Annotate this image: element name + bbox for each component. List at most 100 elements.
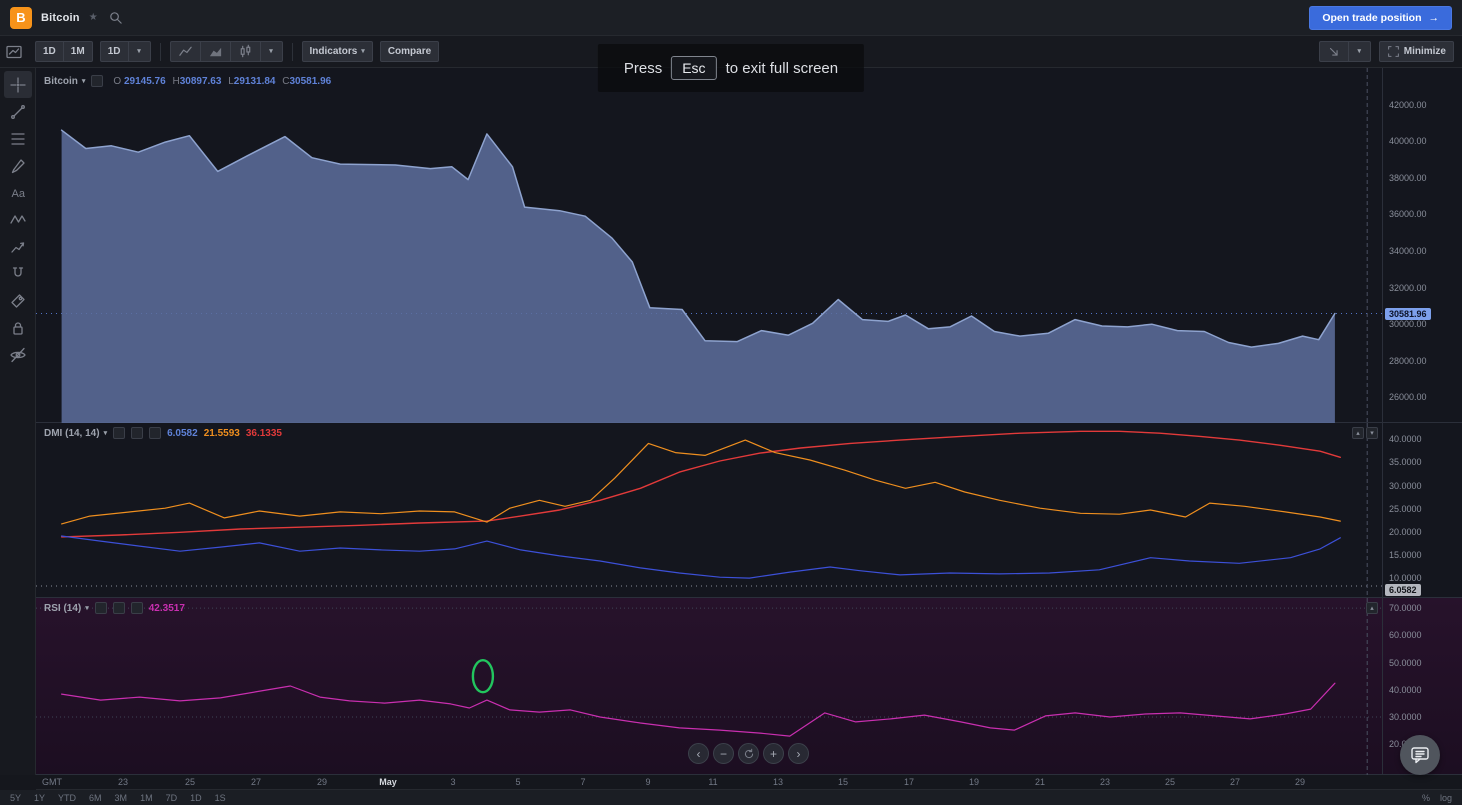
- time-axis[interactable]: GMT 23252729May357911131517192123252729: [36, 775, 1462, 790]
- brush-tool-icon[interactable]: [4, 152, 32, 179]
- compare-button[interactable]: Compare: [380, 41, 439, 62]
- chevron-down-icon: ▾: [104, 430, 108, 437]
- dmi-pane: 40.000035.000030.000025.000020.000015.00…: [36, 423, 1462, 598]
- candlestick-chart-type-button[interactable]: [230, 41, 260, 62]
- range-buttons: 5Y 1Y YTD 6M 3M 1M 7D 1D 1S: [10, 793, 226, 803]
- zoom-out-button[interactable]: −: [713, 743, 734, 764]
- svg-text:Aa: Aa: [11, 188, 25, 200]
- zoom-in-button[interactable]: +: [763, 743, 784, 764]
- dmi-value-orange: 21.5593: [204, 428, 240, 439]
- open-trade-position-button[interactable]: Open trade position →: [1309, 6, 1452, 30]
- indicator-settings-icon[interactable]: [113, 602, 125, 614]
- y-axis-label: 35.0000: [1389, 457, 1422, 467]
- y-axis-label: 70.0000: [1389, 603, 1422, 613]
- y-axis-label: 15.0000: [1389, 550, 1422, 560]
- dmi-axis[interactable]: 40.000035.000030.000025.000020.000015.00…: [1382, 423, 1462, 597]
- interval-1m-button[interactable]: 1M: [63, 41, 93, 62]
- pane-move-up-icon[interactable]: ▴: [1352, 427, 1364, 439]
- chart-nav-controls: ‹ − + ›: [688, 743, 809, 764]
- axis-price-badge: 6.0582: [1385, 584, 1421, 596]
- indicator-delete-icon[interactable]: [149, 427, 161, 439]
- search-icon[interactable]: [107, 9, 125, 27]
- crosshair-tool-icon[interactable]: [4, 71, 32, 98]
- chevron-down-icon: ▾: [361, 48, 365, 55]
- time-axis-label: 29: [317, 777, 327, 787]
- indicators-button[interactable]: Indicators ▾: [302, 41, 373, 62]
- scale-button-log[interactable]: log: [1440, 793, 1452, 803]
- trend-line-tool-icon[interactable]: [4, 98, 32, 125]
- price-tag-tool-icon[interactable]: [4, 287, 32, 314]
- range-button-5y[interactable]: 5Y: [10, 793, 21, 803]
- scroll-left-button[interactable]: ‹: [688, 743, 709, 764]
- range-button-1m[interactable]: 1M: [140, 793, 153, 803]
- fullscreen-notice: Press Esc to exit full screen: [598, 44, 864, 92]
- minimize-button[interactable]: Minimize: [1379, 41, 1454, 62]
- range-button-1s[interactable]: 1S: [215, 793, 226, 803]
- indicator-settings-icon[interactable]: [131, 427, 143, 439]
- dmi-legend-title[interactable]: DMI (14, 14) ▾: [44, 428, 107, 439]
- snapshot-arrow-icon[interactable]: [1319, 41, 1348, 62]
- line-chart-type-button[interactable]: [170, 41, 200, 62]
- time-axis-label: 25: [1165, 777, 1175, 787]
- magnet-tool-icon[interactable]: [4, 260, 32, 287]
- range-button-1y[interactable]: 1Y: [34, 793, 45, 803]
- pane-move-up-icon[interactable]: ▴: [1366, 602, 1378, 614]
- legend-eye-icon[interactable]: [91, 75, 103, 87]
- scroll-right-button[interactable]: ›: [788, 743, 809, 764]
- y-axis-label: 60.0000: [1389, 630, 1422, 640]
- scale-button-percent[interactable]: %: [1422, 793, 1430, 803]
- area-chart-type-button[interactable]: [200, 41, 230, 62]
- dmi-chart-canvas[interactable]: [36, 423, 1382, 598]
- y-axis-label: 34000.00: [1389, 246, 1427, 256]
- time-axis-label: 15: [838, 777, 848, 787]
- pane-move-down-icon[interactable]: ▾: [1366, 427, 1378, 439]
- indicator-eye-icon[interactable]: [113, 427, 125, 439]
- range-button-6m[interactable]: 6M: [89, 793, 102, 803]
- watchlist-panel-icon[interactable]: [0, 38, 28, 65]
- indicator-eye-icon[interactable]: [95, 602, 107, 614]
- favorite-star-icon[interactable]: ★: [89, 12, 98, 23]
- price-legend-symbol[interactable]: Bitcoin ▾: [44, 76, 85, 87]
- rsi-value: 42.3517: [149, 603, 185, 614]
- dmi-value-blue: 6.0582: [167, 428, 198, 439]
- symbol-name[interactable]: Bitcoin: [41, 12, 80, 24]
- hide-drawings-eye-off-icon[interactable]: [4, 341, 32, 368]
- price-chart-canvas[interactable]: [36, 68, 1382, 423]
- y-axis-label: 30.0000: [1389, 481, 1422, 491]
- range-button-1d[interactable]: 1D: [190, 793, 202, 803]
- indicator-delete-icon[interactable]: [131, 602, 143, 614]
- rsi-legend-title[interactable]: RSI (14) ▾: [44, 603, 89, 614]
- interval-1d-button[interactable]: 1D: [35, 41, 63, 62]
- time-axis-label: 19: [969, 777, 979, 787]
- chat-bubble-icon: [1410, 745, 1430, 765]
- interval-dropdown-icon[interactable]: ▾: [128, 41, 151, 62]
- pattern-tool-icon[interactable]: [4, 206, 32, 233]
- range-button-ytd[interactable]: YTD: [58, 793, 76, 803]
- price-axis[interactable]: 42000.0040000.0038000.0036000.0034000.00…: [1382, 68, 1462, 422]
- price-pane: 42000.0040000.0038000.0036000.0034000.00…: [36, 68, 1462, 423]
- snapshot-dropdown-icon[interactable]: ▾: [1348, 41, 1371, 62]
- axis-price-badge: 30581.96: [1385, 308, 1431, 320]
- fib-retracement-tool-icon[interactable]: [4, 125, 32, 152]
- range-button-7d[interactable]: 7D: [166, 793, 178, 803]
- chart-type-dropdown-icon[interactable]: ▾: [260, 41, 283, 62]
- y-axis-label: 25.0000: [1389, 504, 1422, 514]
- range-button-3m[interactable]: 3M: [115, 793, 128, 803]
- y-axis-label: 36000.00: [1389, 209, 1427, 219]
- time-axis-label: 27: [251, 777, 261, 787]
- refresh-icon: [743, 748, 755, 760]
- chevron-down-icon: ▾: [137, 48, 141, 55]
- forecast-tool-icon[interactable]: [4, 233, 32, 260]
- text-tool-icon[interactable]: Aa: [4, 179, 32, 206]
- notice-text: to exit full screen: [726, 60, 839, 77]
- app-logo[interactable]: B: [10, 7, 32, 29]
- time-axis-label: 3: [450, 777, 455, 787]
- reset-view-button[interactable]: [738, 743, 759, 764]
- interval-select-button[interactable]: 1D: [100, 41, 128, 62]
- minimize-label: Minimize: [1404, 46, 1446, 57]
- range-bar: 5Y 1Y YTD 6M 3M 1M 7D 1D 1S % log: [0, 790, 1462, 805]
- lock-tool-icon[interactable]: [4, 314, 32, 341]
- y-axis-label: 40.0000: [1389, 685, 1422, 695]
- support-chat-button[interactable]: [1400, 735, 1440, 775]
- time-axis-label: May: [379, 777, 397, 787]
